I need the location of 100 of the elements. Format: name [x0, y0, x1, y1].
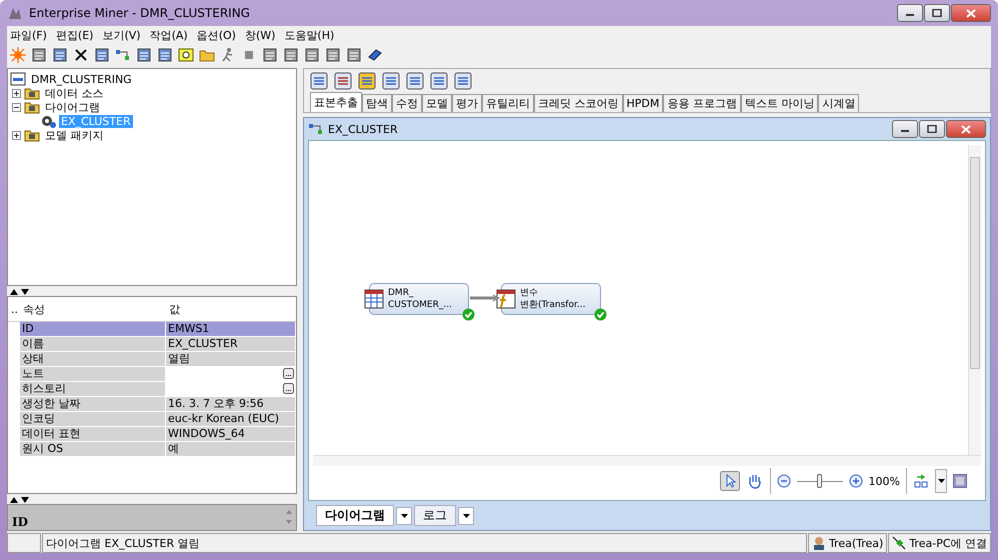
property-value: WINDOWS_64 — [166, 427, 296, 442]
property-name: 인코딩 — [20, 412, 166, 426]
column-header[interactable]: 속성 — [21, 302, 167, 317]
user-name: Trea(Trea) — [828, 536, 884, 550]
menu-item[interactable]: 작업(A) — [150, 28, 188, 42]
tool-tab[interactable]: 탐색 — [362, 94, 392, 112]
list-icon[interactable] — [157, 47, 173, 63]
maximize-icon — [927, 125, 937, 133]
property-name: 원시 OS — [20, 442, 166, 456]
tree-item[interactable]: 다이어그램 — [43, 100, 102, 114]
property-row[interactable]: 노트 — [8, 367, 296, 382]
dropdown-button[interactable] — [396, 506, 412, 524]
connection-status: Trea-PC에 연결 — [909, 536, 987, 550]
folder-icon — [24, 100, 40, 114]
menu-item[interactable]: 도움말(H) — [284, 28, 334, 42]
sun-icon[interactable] — [10, 47, 26, 63]
menu-item[interactable]: 보기(V) — [102, 28, 141, 42]
close-icon — [961, 124, 971, 134]
property-row[interactable]: 인코딩 euc-kr Korean (EUC) — [8, 412, 296, 428]
tool-tab[interactable]: 모델 — [422, 94, 452, 112]
tree-item[interactable]: DMR_CLUSTERING — [29, 72, 134, 86]
tool-tab[interactable]: 유틸리티 — [482, 94, 534, 112]
menu-item[interactable]: 창(W) — [244, 28, 276, 42]
dropdown-button[interactable] — [935, 469, 947, 493]
property-value: 열림 — [166, 352, 296, 366]
property-value: EMWS1 — [166, 322, 296, 336]
tool-tab[interactable]: 평가 — [452, 94, 482, 112]
menu-item[interactable]: 옵션(O) — [196, 28, 236, 42]
description-title: ID — [12, 514, 28, 529]
ellipsis-icon[interactable] — [283, 383, 294, 394]
caret-icon — [400, 514, 408, 518]
tool-tab[interactable]: 시계열 — [818, 94, 860, 112]
tool-tab[interactable]: 크레딧 스코어링 — [534, 94, 622, 112]
caret-icon — [462, 514, 470, 518]
close-button[interactable] — [946, 120, 986, 138]
menu-item[interactable]: 편집(E) — [56, 28, 94, 42]
property-name: 상태 — [20, 352, 166, 366]
property-name: 생성한 날짜 — [20, 397, 166, 412]
menu-item[interactable]: 파일(F) — [10, 28, 47, 42]
splitter-arrows-icon[interactable] — [9, 496, 31, 504]
vertical-scrollbar[interactable] — [968, 145, 981, 455]
property-name: 노트 — [20, 367, 166, 382]
tool-tab[interactable]: 텍스트 마이닝 — [740, 94, 818, 112]
caret-icon — [938, 479, 944, 483]
dropdown-button[interactable] — [458, 506, 474, 524]
layout-icon[interactable] — [913, 473, 929, 489]
property-value: 16. 3. 7 오후 9:56 — [166, 397, 296, 412]
minimize-button[interactable] — [897, 4, 923, 22]
tool-tab[interactable]: 응용 프로그램 — [663, 94, 741, 112]
maximize-button[interactable] — [924, 4, 950, 22]
user-icon — [812, 536, 826, 550]
close-button[interactable] — [951, 4, 991, 22]
tree-item[interactable]: 데이터 소스 — [43, 86, 106, 100]
property-row[interactable]: 히스토리 — [8, 382, 296, 398]
tool-tab[interactable]: 표본추출 — [310, 92, 362, 112]
delete-icon[interactable] — [73, 47, 89, 63]
property-row[interactable]: 생성한 날짜 16. 3. 7 오후 9:56 — [8, 397, 296, 412]
view-tab[interactable]: 다이어그램 — [316, 505, 394, 526]
property-value: EX_CLUSTER — [166, 337, 296, 352]
function-table-icon — [496, 289, 516, 309]
page-icon[interactable] — [262, 47, 278, 63]
overview-icon[interactable] — [953, 474, 967, 488]
expand-icon[interactable] — [12, 88, 21, 98]
property-row[interactable]: 이름 EX_CLUSTER — [8, 337, 296, 352]
maximize-button[interactable] — [919, 120, 945, 138]
property-value: euc-kr Korean (EUC) — [166, 412, 296, 426]
search-icon[interactable] — [178, 47, 194, 63]
node-label: 변수 변환(Transfor... — [520, 287, 586, 311]
zoom-in-icon[interactable] — [848, 474, 863, 488]
ellipsis-icon[interactable] — [283, 368, 294, 380]
tree-item[interactable]: 모델 패키지 — [43, 128, 106, 142]
tool-tab[interactable]: HPDM — [622, 94, 664, 112]
note-icon[interactable] — [136, 47, 152, 63]
property-row[interactable]: 데이터 표현 WINDOWS_64 — [8, 427, 296, 442]
column-header[interactable]: .. — [8, 302, 21, 316]
property-row[interactable]: 상태 열림 — [8, 352, 296, 368]
splitter-arrows-icon[interactable] — [9, 288, 31, 296]
status-message: 다이어그램 EX_CLUSTER 열림 — [42, 533, 807, 553]
horizontal-scrollbar[interactable] — [313, 455, 981, 466]
expand-icon[interactable] — [12, 130, 21, 140]
diagram-title: EX_CLUSTER — [328, 122, 398, 136]
diagram-icon[interactable] — [115, 47, 131, 63]
property-row[interactable]: 원시 OS 예 — [8, 442, 296, 458]
window-title: Enterprise Miner - DMR_CLUSTERING — [29, 6, 250, 20]
zoom-slider[interactable] — [796, 473, 843, 489]
column-header[interactable]: 값 — [167, 302, 296, 317]
maximize-icon — [932, 9, 942, 17]
folder-icon — [24, 86, 40, 100]
connector-arrow — [470, 294, 500, 302]
pointer-icon[interactable] — [720, 471, 740, 491]
zoom-out-icon[interactable] — [776, 474, 791, 488]
node-label: DMR_ CUSTOMER_... — [388, 287, 452, 311]
minimize-button[interactable] — [892, 120, 918, 138]
project-icon — [10, 72, 26, 86]
view-tab[interactable]: 로그 — [414, 505, 456, 526]
close-icon — [966, 8, 976, 18]
tool-tab[interactable]: 수정 — [392, 94, 422, 112]
folder-icon — [24, 128, 40, 142]
property-row[interactable]: ID EMWS1 — [8, 322, 296, 338]
collapse-icon[interactable] — [12, 102, 21, 112]
